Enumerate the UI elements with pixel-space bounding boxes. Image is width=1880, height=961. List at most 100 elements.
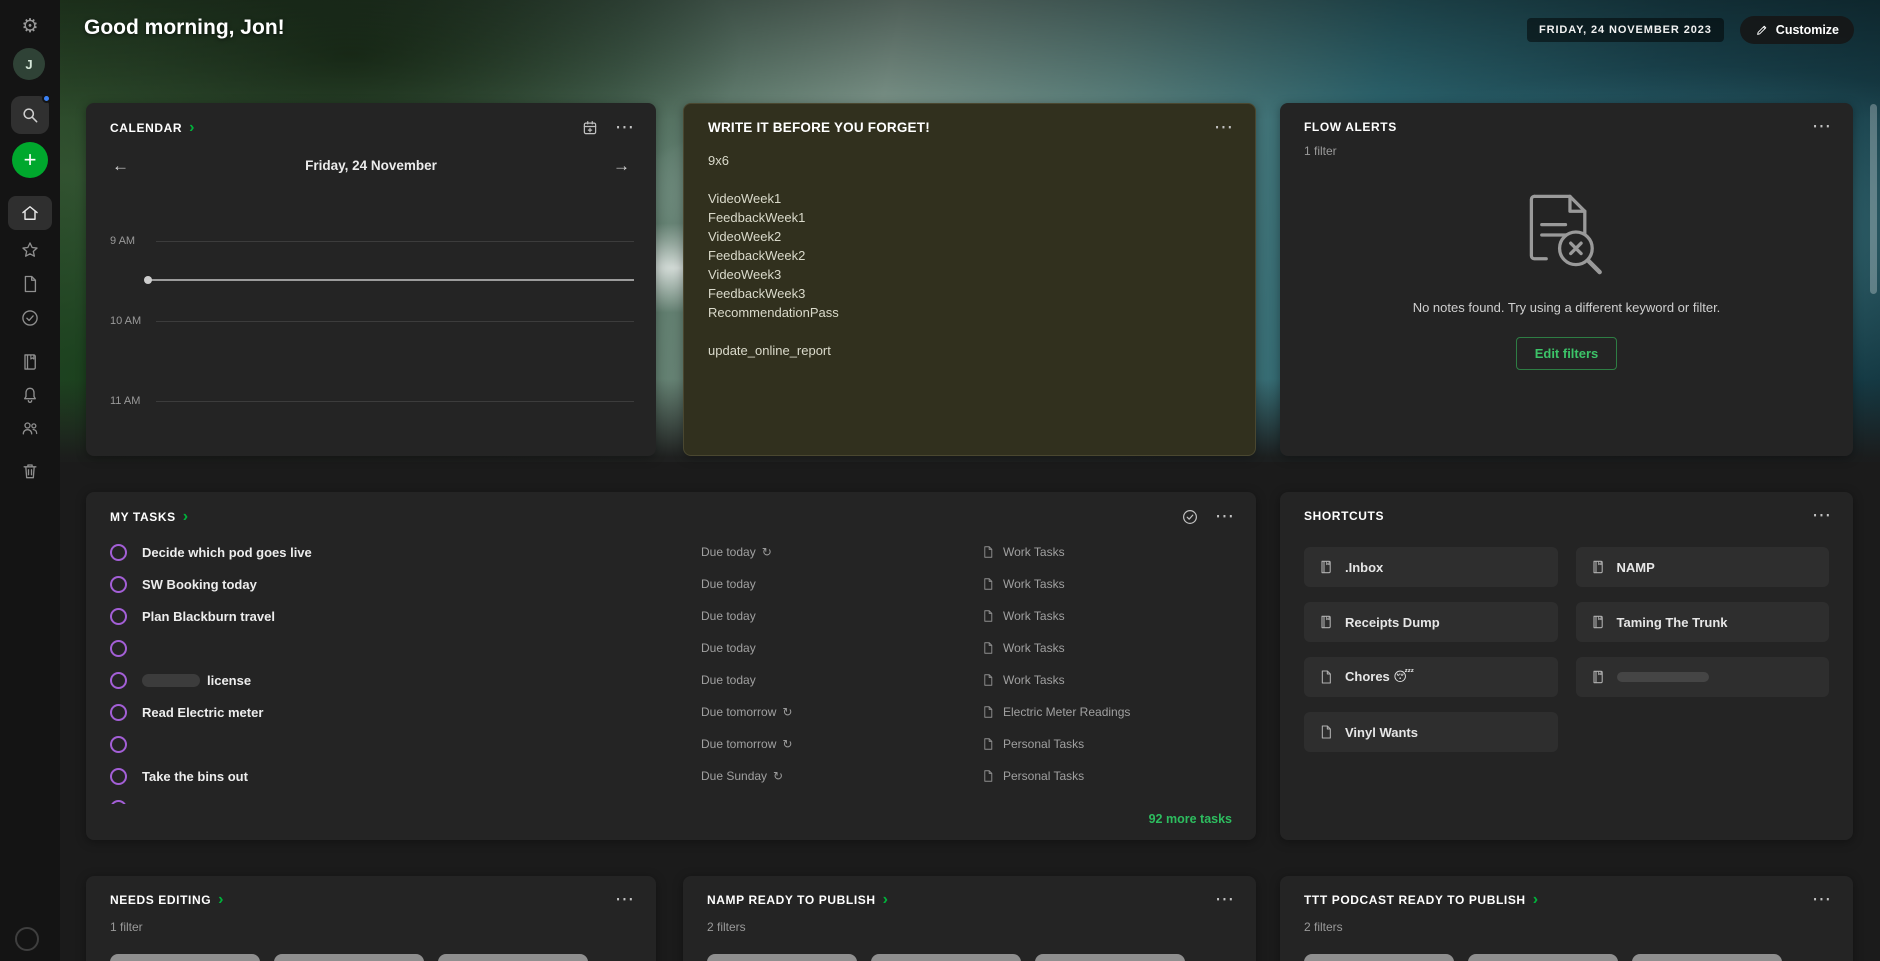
sidebar-item-reminders[interactable]	[0, 382, 60, 408]
task-notebook[interactable]: Electric Meter Readings	[981, 705, 1232, 719]
shortcuts-grid: .Inbox NAMP Receipts Dump Taming The Tru…	[1280, 531, 1853, 768]
task-notebook[interactable]: Personal Tasks	[981, 769, 1232, 783]
notebook-icon	[1590, 669, 1606, 685]
task-checkbox[interactable]	[110, 639, 127, 657]
task-checkbox[interactable]	[110, 543, 127, 561]
note-line	[708, 170, 1231, 189]
task-notebook[interactable]: Work Tasks	[981, 577, 1232, 591]
shortcut-item[interactable]: Receipts Dump	[1304, 602, 1558, 643]
app-root: ⚙ J + Good morning, Jon! FRIDAY, 24 NOVE…	[0, 0, 1880, 961]
notebook-icon	[1590, 614, 1606, 630]
task-row[interactable]	[86, 792, 1256, 804]
task-checkbox[interactable]	[110, 703, 127, 721]
scrollbar[interactable]	[1870, 104, 1877, 294]
task-checkbox[interactable]	[110, 767, 127, 785]
shortcut-label: Vinyl Wants	[1345, 724, 1418, 740]
task-row[interactable]: Read Electric meter Due tomorrow ↻ Electr…	[86, 696, 1256, 728]
note-card-preview[interactable]	[1304, 954, 1454, 961]
widget-title[interactable]: NAMP READY TO PUBLISH	[707, 893, 876, 907]
sidebar-item-shared[interactable]	[0, 415, 60, 441]
notebook-icon	[1318, 614, 1334, 630]
sidebar-item-tasks[interactable]	[0, 305, 60, 331]
task-checkbox[interactable]	[110, 735, 127, 753]
settings-icon[interactable]: ⚙	[0, 12, 60, 40]
completed-tasks-icon[interactable]	[1181, 508, 1199, 526]
note-card-preview[interactable]	[1035, 954, 1185, 961]
task-row[interactable]: Due tomorrow ↻ Personal Tasks	[86, 728, 1256, 760]
shortcut-item[interactable]	[1575, 657, 1829, 698]
flow-alerts-widget: FLOW ALERTS ⋯ 1 filter No notes found. T…	[1280, 103, 1853, 456]
shortcuts-menu-icon[interactable]: ⋯	[1810, 506, 1833, 525]
widget-menu-icon[interactable]: ⋯	[1213, 890, 1236, 909]
task-notebook[interactable]: Personal Tasks	[981, 737, 1232, 751]
my-tasks-menu-icon[interactable]: ⋯	[1213, 507, 1236, 526]
task-due: Due today	[701, 641, 756, 655]
note-card-preview[interactable]	[274, 954, 424, 961]
sidebar-item-home[interactable]	[8, 196, 52, 230]
shortcut-label: Receipts Dump	[1345, 614, 1440, 630]
widget-title[interactable]: NEEDS EDITING	[110, 893, 211, 907]
note-card-preview[interactable]	[438, 954, 588, 961]
task-checkbox[interactable]	[110, 607, 127, 625]
shortcut-item[interactable]: Taming The Trunk	[1575, 602, 1829, 643]
note-card-preview[interactable]	[110, 954, 260, 961]
shortcut-item[interactable]: .Inbox	[1304, 547, 1558, 588]
task-row[interactable]: Due today Work Tasks	[86, 632, 1256, 664]
note-line: FeedbackWeek2	[708, 248, 806, 264]
empty-state-message: No notes found. Try using a different ke…	[1412, 300, 1721, 315]
task-notebook[interactable]: Work Tasks	[981, 673, 1232, 687]
task-title: Read Electric meter	[142, 704, 264, 720]
task-due: Due today ↻	[701, 545, 772, 559]
pinned-note-widget[interactable]: WRITE IT BEFORE YOU FORGET! ⋯ 9x6 VideoW…	[683, 103, 1256, 456]
note-body[interactable]: 9x6 VideoWeek1 FeedbackWeek1 VideoWeek2 …	[684, 143, 1255, 368]
redaction-scribble	[142, 673, 200, 687]
calendar-timeline[interactable]: 9 AM 10 AM 11 AM	[110, 103, 634, 456]
avatar[interactable]: J	[13, 48, 45, 80]
task-notebook[interactable]: Work Tasks	[981, 609, 1232, 623]
sidebar-item-notes[interactable]	[0, 271, 60, 297]
my-tasks-title[interactable]: MY TASKS	[110, 510, 176, 524]
task-checkbox[interactable]	[110, 671, 127, 689]
task-due: Due Sunday ↻	[701, 769, 784, 783]
more-tasks-link[interactable]: 92 more tasks	[1149, 812, 1232, 826]
task-due: Due today	[701, 673, 756, 687]
note-line: FeedbackWeek1	[708, 210, 806, 226]
sidebar-item-notebooks[interactable]	[0, 349, 60, 375]
task-notebook[interactable]: Work Tasks	[981, 641, 1232, 655]
sidebar-item-trash[interactable]	[0, 458, 60, 484]
sidebar-item-shortcuts[interactable]	[0, 237, 60, 263]
task-row[interactable]: Take the bins out Due Sunday ↻ Personal T…	[86, 760, 1256, 792]
note-title[interactable]: WRITE IT BEFORE YOU FORGET!	[708, 120, 930, 135]
widget-filter-count: 2 filters	[707, 920, 746, 934]
edit-filters-button[interactable]: Edit filters	[1515, 337, 1618, 370]
task-row[interactable]: Plan Blackburn travel Due today Work Tas…	[86, 600, 1256, 632]
shortcut-item[interactable]: Chores 😴	[1304, 657, 1558, 698]
note-menu-icon[interactable]: ⋯	[1212, 118, 1235, 137]
search-button[interactable]	[11, 94, 51, 134]
note-card-preview[interactable]	[1468, 954, 1618, 961]
shortcut-item[interactable]: Vinyl Wants	[1304, 712, 1558, 753]
help-icon[interactable]	[15, 927, 39, 951]
note-card-preview[interactable]	[1632, 954, 1782, 961]
task-checkbox[interactable]	[110, 575, 127, 593]
new-note-button[interactable]: +	[12, 142, 48, 178]
note-card-preview[interactable]	[871, 954, 1021, 961]
chevron-right-icon: ›	[218, 891, 224, 908]
task-row[interactable]: license Due today Work Tasks	[86, 664, 1256, 696]
note-line: VideoWeek2	[708, 229, 782, 245]
widget-menu-icon[interactable]: ⋯	[613, 890, 636, 909]
note-icon	[981, 737, 995, 751]
customize-button[interactable]: Customize	[1739, 16, 1854, 44]
task-list: Decide which pod goes live Due today ↻ Wo…	[86, 536, 1256, 804]
task-checkbox[interactable]	[110, 799, 127, 804]
note-card-preview[interactable]	[707, 954, 857, 961]
task-row[interactable]: SW Booking today Due today Work Tasks	[86, 568, 1256, 600]
widget-menu-icon[interactable]: ⋯	[1810, 890, 1833, 909]
flow-alerts-menu-icon[interactable]: ⋯	[1810, 117, 1833, 136]
shortcut-item[interactable]: NAMP	[1575, 547, 1829, 588]
task-notebook[interactable]: Work Tasks	[981, 545, 1232, 559]
task-row[interactable]: Decide which pod goes live Due today ↻ Wo…	[86, 536, 1256, 568]
widget-title[interactable]: TTT PODCAST READY TO PUBLISH	[1304, 893, 1526, 907]
task-title: Take the bins out	[142, 768, 248, 784]
task-due: Due today	[701, 609, 756, 623]
